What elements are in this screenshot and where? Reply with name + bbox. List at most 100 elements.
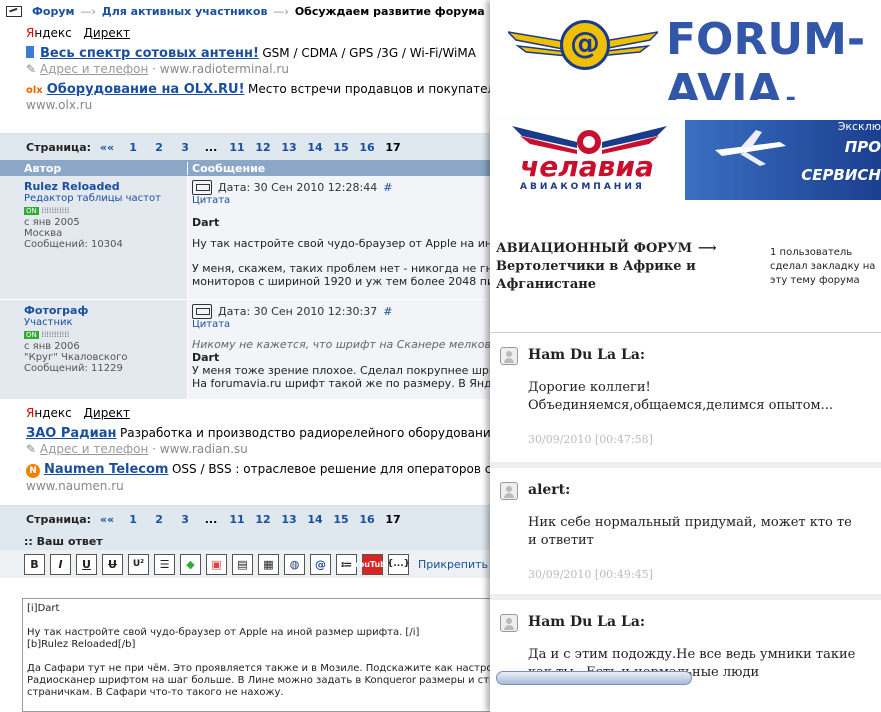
email-icon[interactable]: @ — [310, 553, 331, 575]
post-anchor-link[interactable]: # — [383, 181, 392, 194]
page-link[interactable]: 14 — [305, 513, 325, 526]
page-first[interactable]: «« — [97, 141, 117, 154]
table-icon[interactable]: ▤ — [232, 553, 253, 575]
page-link[interactable]: 12 — [253, 513, 273, 526]
page-link[interactable]: 16 — [357, 513, 377, 526]
topic-title: Вертолетчики в Африке и Афганистане — [496, 259, 696, 292]
ad-desc: GSM / CDMA / GPS /3G / Wi-Fi/WiMA — [262, 46, 476, 60]
avatar-icon — [500, 482, 518, 500]
comment: alert: Ник себе нормальный придумай, мож… — [490, 462, 881, 594]
yandex-logo-rest[interactable]: ндекс — [34, 26, 71, 40]
image-icon[interactable]: ▣ — [206, 553, 227, 575]
comment-author: Ham Du La La: — [528, 614, 646, 630]
underline-button[interactable]: U — [76, 553, 97, 575]
ad-desc: Разработка и производство радиорелейного… — [120, 426, 510, 440]
comment: Ham Du La La: Дорогие коллеги!Объединяем… — [490, 332, 881, 462]
ad-source[interactable]: www.olx.ru — [26, 98, 92, 112]
page-link[interactable]: 3 — [175, 513, 195, 526]
direct-link[interactable]: Директ — [84, 406, 130, 420]
direct-link[interactable]: Директ — [84, 26, 130, 40]
strike-button[interactable]: U — [102, 553, 123, 575]
page-link[interactable]: 12 — [253, 141, 273, 154]
horizontal-scrollbar[interactable] — [496, 671, 692, 685]
popup-window: @ FORUM-AVIA. челавиа АВИАКОМПАНИЯ Экскл… — [490, 0, 881, 712]
post-author-since: с янв 2006 — [24, 341, 80, 352]
globe-icon[interactable]: ◍ — [284, 553, 305, 575]
avatar-icon — [500, 614, 518, 632]
ad-source[interactable]: www.radian.su — [160, 442, 248, 456]
chelavia-banner[interactable]: челавиа АВИАКОМПАНИЯ Эксклю ПРО СЕРВИСН — [490, 100, 881, 200]
page-link[interactable]: 16 — [357, 141, 377, 154]
post-author-name[interactable]: Rulez Reloaded — [24, 180, 187, 193]
page-link[interactable]: 11 — [227, 513, 247, 526]
page-link[interactable]: 2 — [149, 141, 169, 154]
pagination-label: Страница: — [26, 140, 92, 154]
page-link[interactable]: 2 — [149, 513, 169, 526]
forum-name-link[interactable]: АВИАЦИОННЫЙ ФОРУМ — [496, 241, 692, 256]
post-anchor-link[interactable]: # — [383, 305, 392, 318]
italic-button[interactable]: I — [50, 553, 71, 575]
computer-icon — [192, 304, 212, 319]
page-link[interactable]: 3 — [175, 141, 195, 154]
ad-title[interactable]: ЗАО Радиан — [26, 426, 117, 441]
home-icon[interactable] — [6, 5, 22, 17]
breadcrumb-current: Обсуждаем развитие форума — [294, 4, 485, 18]
chelavia-subtitle: АВИАКОМПАНИЯ — [520, 182, 645, 192]
ad-source[interactable]: www.radioterminal.ru — [160, 62, 289, 76]
ad-title[interactable]: Весь спектр сотовых антенн! — [40, 46, 259, 61]
ad-address-link[interactable]: Адрес и телефон — [40, 62, 148, 76]
popup-footer — [490, 686, 881, 712]
ad-source[interactable]: www.naumen.ru — [26, 479, 124, 493]
location-icon: ✎ — [26, 442, 37, 456]
post-date: Дата: 30 Сен 2010 12:28:44 — [218, 181, 378, 194]
online-status-icon: ON ⁞⁞⁞⁞⁞⁞⁞⁞⁞⁞⁞ — [24, 330, 70, 339]
forum-avia-banner[interactable]: @ FORUM-AVIA. — [490, 0, 881, 116]
ad-title[interactable]: Оборудование на OLX.RU! — [47, 82, 245, 97]
bold-button[interactable]: B — [24, 553, 45, 575]
page-link[interactable]: 13 — [279, 513, 299, 526]
page-link[interactable]: 14 — [305, 141, 325, 154]
attach-link[interactable]: Прикрепить — [418, 558, 488, 571]
page-first[interactable]: «« — [97, 513, 117, 526]
comment-author: Ham Du La La: — [528, 347, 646, 363]
flash-icon[interactable]: ▦ — [258, 553, 279, 575]
align-icon[interactable]: ☰ — [154, 553, 175, 575]
at-logo-icon: @ — [560, 20, 610, 70]
post-author-since: с янв 2005 — [24, 217, 80, 228]
airplane-icon — [715, 130, 786, 166]
page-link[interactable]: 1 — [123, 513, 143, 526]
comment-author: alert: — [528, 482, 571, 498]
ad-address-link[interactable]: Адрес и телефон — [40, 442, 148, 456]
page-link[interactable]: 1 — [123, 141, 143, 154]
promo-text-2: ПРО — [844, 138, 881, 156]
breadcrumb-active-members[interactable]: Для активных участников — [102, 5, 267, 18]
page-link[interactable]: 15 — [331, 513, 351, 526]
page-ellipsis: ... — [204, 512, 218, 526]
page-link[interactable]: 11 — [227, 141, 247, 154]
arrow-icon: ⟶ — [697, 241, 717, 256]
color-icon[interactable]: ◆ — [180, 553, 201, 575]
comment-list: Ham Du La La: Дорогие коллеги!Объединяем… — [490, 332, 881, 704]
comment-date: 30/09/2010 [00:47:58] — [528, 433, 653, 446]
ad-title[interactable]: Naumen Telecom — [44, 462, 168, 477]
online-status-icon: ON ⁞⁞⁞⁞⁞⁞⁞⁞⁞⁞⁞ — [24, 206, 70, 215]
post-author-name[interactable]: Фотограф — [24, 304, 187, 317]
youtube-icon[interactable]: YouTube — [354, 553, 391, 575]
ad-desc: OSS / BSS : отраслевое решение для опера… — [171, 462, 492, 476]
promo-text-1: Эксклю — [837, 120, 881, 133]
antenna-icon — [26, 46, 34, 58]
chelavia-logo: челавиа — [520, 150, 654, 183]
post-date: Дата: 30 Сен 2010 12:30:37 — [218, 305, 378, 318]
page-link[interactable]: 13 — [279, 141, 299, 154]
col-author: Автор — [0, 161, 188, 175]
comment-text: Ник себе нормальный придумай, может кто … — [528, 515, 852, 548]
comment-date: 30/09/2010 [00:49:45] — [528, 568, 653, 581]
breadcrumb-forum[interactable]: Форум — [32, 5, 75, 18]
page-current: 17 — [385, 140, 401, 154]
pagination-label: Страница: — [26, 512, 92, 526]
page-link[interactable]: 15 — [331, 141, 351, 154]
yandex-logo-rest[interactable]: ндекс — [34, 406, 71, 420]
avatar-icon — [500, 347, 518, 365]
superscript-button[interactable]: U² — [128, 553, 149, 575]
code-button[interactable]: {...} — [387, 553, 410, 575]
